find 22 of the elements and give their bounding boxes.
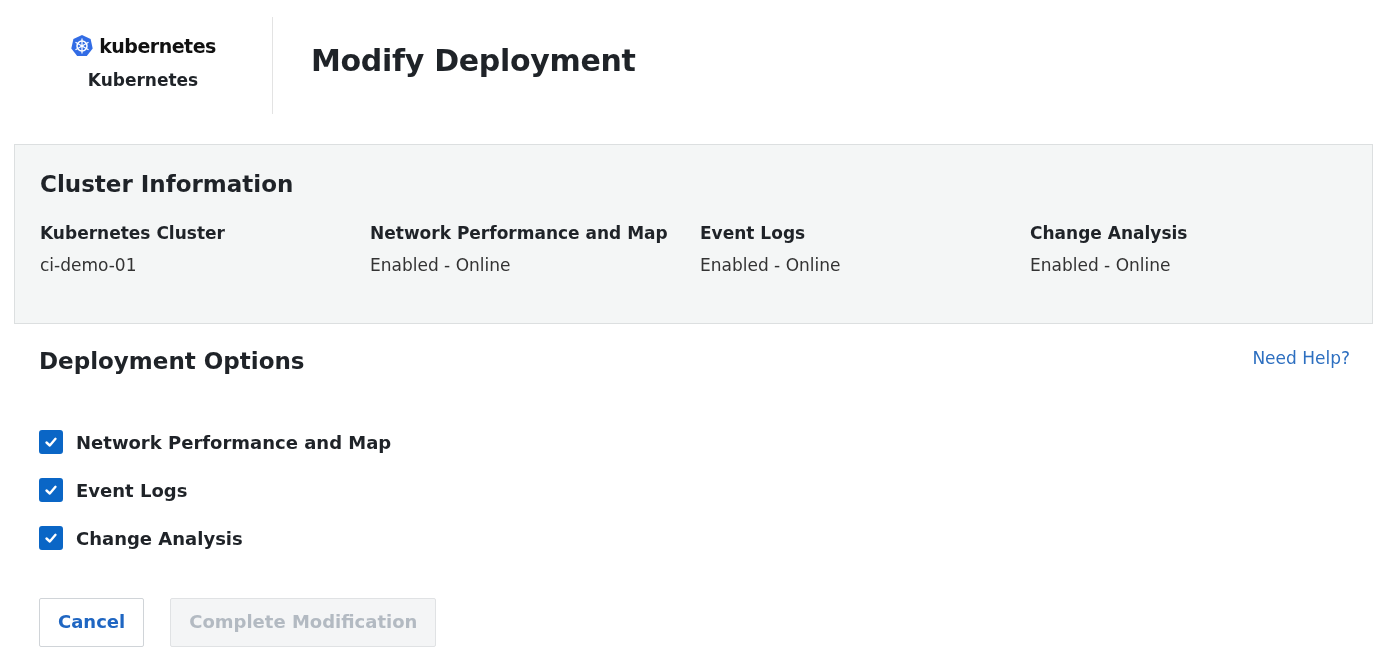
checkbox-label: Network Performance and Map — [76, 431, 392, 453]
field-value: Enabled - Online — [370, 255, 512, 275]
field-label: Kubernetes Cluster — [40, 223, 226, 243]
field-label: Network Performance and Map — [370, 223, 669, 243]
page-title: Modify Deployment — [311, 42, 636, 78]
brand-name: Kubernetes — [87, 70, 199, 90]
checkbox[interactable] — [39, 478, 63, 502]
checkbox[interactable] — [39, 430, 63, 454]
helm-wheel-icon — [70, 34, 95, 58]
cancel-button[interactable]: Cancel — [39, 598, 145, 647]
field-value: Enabled - Online — [700, 255, 842, 275]
checkbox[interactable] — [39, 526, 63, 550]
checkbox-label: Change Analysis — [76, 527, 243, 549]
field-value: Enabled - Online — [1030, 255, 1172, 275]
help-link[interactable]: Need Help? — [1252, 348, 1350, 368]
checkbox-label: Event Logs — [76, 479, 188, 501]
field-value: ci-demo-01 — [40, 255, 138, 275]
field-label: Change Analysis — [1030, 223, 1189, 243]
field-label: Event Logs — [700, 223, 807, 243]
section-heading: Cluster Information — [40, 171, 295, 197]
logo-text: kubernetes — [99, 35, 216, 57]
section-heading: Deployment Options — [39, 348, 305, 374]
